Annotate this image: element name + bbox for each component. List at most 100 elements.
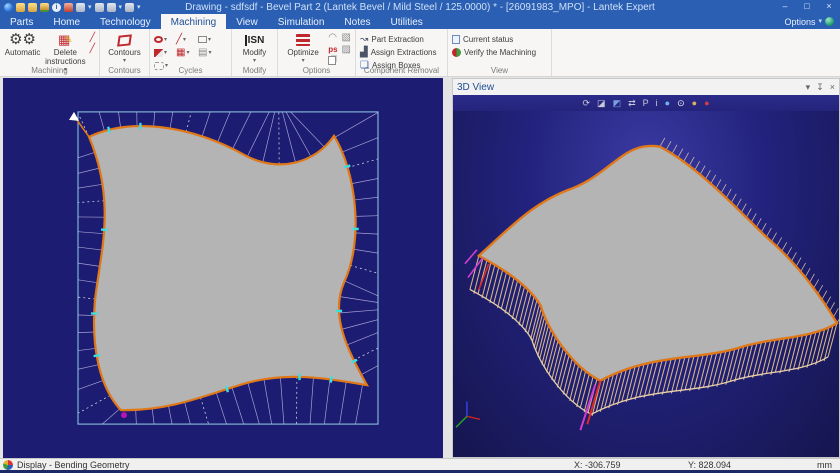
bevel-line2-icon[interactable]: ╱ bbox=[90, 44, 95, 53]
part-top-face-3d[interactable] bbox=[479, 146, 837, 381]
verify-machining-label: Verify the Machining bbox=[464, 48, 536, 57]
verify-sphere-icon bbox=[452, 48, 461, 57]
tab-simulation[interactable]: Simulation bbox=[268, 14, 335, 29]
isn-icon: ISN bbox=[245, 31, 265, 49]
box-button[interactable]: ▧ bbox=[342, 33, 351, 43]
perspective-icon[interactable]: P bbox=[643, 97, 649, 109]
group-label-component-removal: Component Removal bbox=[356, 66, 447, 75]
options-menu-button[interactable]: Options ▾ bbox=[778, 14, 840, 29]
titlebar: i ▾ ▾ ▾ Drawing - sdfsdf - Bevel Part 2 … bbox=[0, 0, 840, 14]
automatic-button[interactable]: ⚙⚙ Automatic bbox=[4, 31, 41, 58]
tab-machining[interactable]: Machining bbox=[161, 14, 227, 29]
cycle-grid-button[interactable]: ▦▾ bbox=[176, 48, 198, 58]
machining-icon[interactable] bbox=[64, 3, 73, 12]
zoom-out-icon[interactable]: ● bbox=[704, 97, 709, 109]
3d-view-header[interactable]: 3D View ▾ ↧ × bbox=[453, 79, 839, 95]
cycle-stamp-button[interactable]: ▾ bbox=[154, 49, 176, 57]
pan-icon[interactable]: ⇄ bbox=[628, 97, 636, 109]
clipboard-icon bbox=[328, 56, 336, 65]
info-view-icon[interactable]: i bbox=[656, 97, 658, 109]
quick-access-toolbar: i ▾ ▾ ▾ bbox=[0, 3, 141, 12]
info-icon[interactable]: i bbox=[52, 3, 61, 12]
part-extraction-button[interactable]: ↝ Part Extraction bbox=[360, 33, 437, 46]
tab-home[interactable]: Home bbox=[43, 14, 90, 29]
assign-extractions-button[interactable]: ▟ Assign Extractions bbox=[360, 46, 437, 59]
tab-notes[interactable]: Notes bbox=[334, 14, 380, 29]
iso-view-icon[interactable]: ◩ bbox=[613, 97, 622, 109]
ps-icon: ps bbox=[328, 45, 337, 54]
sphere-view-icon[interactable]: ● bbox=[665, 97, 670, 109]
dropdown-caret-icon[interactable]: ▾ bbox=[88, 3, 92, 12]
display-mode-icon[interactable] bbox=[3, 460, 13, 470]
options-label: Options bbox=[784, 17, 815, 27]
tab-spacer bbox=[433, 14, 779, 29]
group-cycles: ▾ ╱▾ ▾ ▾ ▦▾ ▤▾ ▾ Cycles bbox=[150, 29, 232, 76]
magenta-node bbox=[121, 412, 127, 418]
zoom-icon[interactable]: ⊙ bbox=[677, 97, 685, 109]
chevron-down-icon: ▾ bbox=[818, 17, 822, 26]
maximize-button[interactable]: □ bbox=[796, 0, 818, 14]
view-buttons: Current status Verify the Machining bbox=[452, 31, 536, 59]
tab-view[interactable]: View bbox=[226, 14, 268, 29]
2d-drawing-svg bbox=[3, 78, 443, 458]
arch-button[interactable]: ◠ bbox=[328, 33, 337, 43]
cycle-rect-button[interactable]: ▾ bbox=[198, 36, 220, 43]
front-view-icon[interactable]: ◪ bbox=[597, 97, 606, 109]
current-status-label: Current status bbox=[463, 35, 513, 44]
zoom-in-icon[interactable]: ● bbox=[692, 97, 697, 109]
3d-view-canvas[interactable] bbox=[453, 111, 839, 457]
group-label-cycles: Cycles bbox=[150, 66, 231, 75]
optimize-bars-icon bbox=[296, 31, 310, 49]
ribbon-tab-bar: Parts Home Technology Machining View Sim… bbox=[0, 14, 840, 29]
contours-button[interactable]: Contours ▾ bbox=[104, 31, 145, 64]
open-icon[interactable] bbox=[28, 3, 37, 12]
window-controls: – □ × bbox=[774, 0, 840, 14]
lined-rect-icon: ▤ bbox=[198, 48, 207, 58]
workspace: 3D View ▾ ↧ × ⟳ ◪ ◩ ⇄ P i ● ⊙ ● ● bbox=[0, 77, 840, 458]
cycle-line-button[interactable]: ╱▾ bbox=[176, 35, 198, 44]
ellipse-icon bbox=[154, 36, 163, 43]
optimize-label: Optimize bbox=[287, 49, 319, 58]
new-drawing-icon[interactable] bbox=[16, 3, 25, 12]
tab-utilities[interactable]: Utilities bbox=[381, 14, 433, 29]
filled-grid-icon: ▦ bbox=[176, 48, 185, 58]
qat-more-icon[interactable]: ▾ bbox=[137, 3, 141, 12]
options-mini-buttons: ◠ ps bbox=[328, 31, 337, 65]
current-status-button[interactable]: Current status bbox=[452, 33, 536, 46]
panel-close-icon[interactable]: × bbox=[830, 82, 835, 93]
group-label-options: Options bbox=[278, 66, 355, 75]
verify-machining-button[interactable]: Verify the Machining bbox=[452, 46, 536, 59]
optimize-button[interactable]: Optimize ▾ bbox=[282, 31, 324, 64]
cycle-ellipse-button[interactable]: ▾ bbox=[154, 36, 176, 43]
save-icon[interactable] bbox=[40, 3, 49, 12]
cycle-lines-button[interactable]: ▤▾ bbox=[198, 48, 220, 58]
group-label-contours: Contours bbox=[100, 66, 149, 75]
2d-drawing-canvas[interactable] bbox=[3, 78, 443, 458]
language-globe-icon[interactable] bbox=[825, 17, 834, 26]
part-contour-2d[interactable] bbox=[89, 126, 367, 410]
app-menu-icon[interactable] bbox=[4, 3, 13, 12]
contour-polygon-icon bbox=[118, 31, 131, 49]
copy-button[interactable] bbox=[328, 56, 337, 65]
tab-technology[interactable]: Technology bbox=[90, 14, 161, 29]
application-window: i ▾ ▾ ▾ Drawing - sdfsdf - Bevel Part 2 … bbox=[0, 0, 840, 473]
rotate-view-icon[interactable]: ⟳ bbox=[583, 97, 591, 109]
view-config-icon[interactable] bbox=[107, 3, 116, 12]
modify-button[interactable]: ISN Modify ▾ bbox=[236, 31, 273, 64]
ps-button[interactable]: ps bbox=[328, 45, 337, 54]
panel-pin-icon[interactable]: ↧ bbox=[816, 82, 824, 93]
close-button[interactable]: × bbox=[818, 0, 840, 14]
minimize-button[interactable]: – bbox=[774, 0, 796, 14]
cursor-y-coordinate: Y: 828.094 bbox=[688, 460, 798, 470]
dropdown-caret-icon[interactable]: ▾ bbox=[119, 3, 123, 12]
cursor-x-coordinate: X: -306.759 bbox=[574, 460, 684, 470]
rectangle-icon bbox=[198, 36, 207, 43]
box2-button[interactable]: ▨ bbox=[342, 45, 351, 55]
panel-collapse-icon[interactable]: ▾ bbox=[806, 82, 811, 93]
verify-icon[interactable] bbox=[95, 3, 104, 12]
panel-splitter[interactable] bbox=[443, 78, 452, 458]
technology-icon[interactable] bbox=[76, 3, 85, 12]
bevel-line-icon[interactable]: ╱ bbox=[90, 33, 95, 42]
simulate-icon[interactable] bbox=[125, 3, 134, 12]
tab-parts[interactable]: Parts bbox=[0, 14, 43, 29]
